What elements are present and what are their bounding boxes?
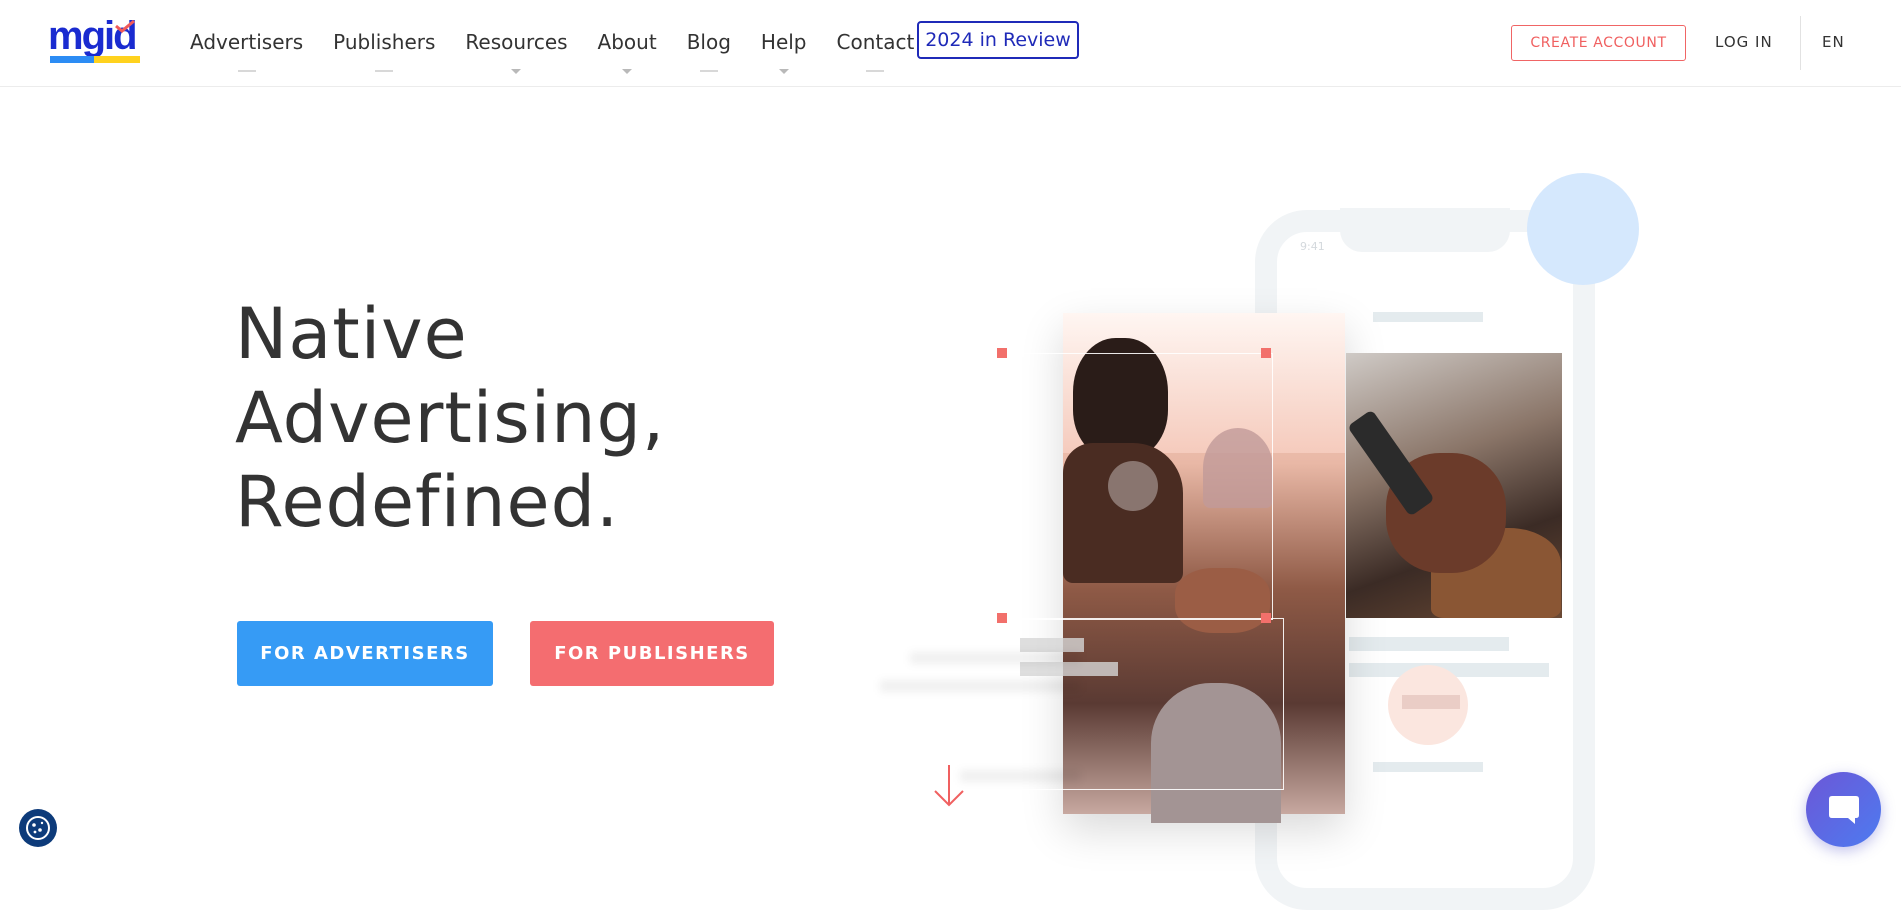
nav-label: Advertisers: [190, 30, 304, 54]
phone-content-bar: [1349, 637, 1509, 651]
hero-illustration: 9:41: [860, 160, 1660, 910]
phone-content-bar: [1373, 312, 1483, 322]
nav-advertisers[interactable]: Advertisers: [190, 30, 304, 72]
nav-underline: [866, 70, 885, 72]
selection-handle: [1261, 348, 1271, 358]
hero-title-line: Native: [235, 293, 468, 375]
chat-icon: [1828, 795, 1859, 824]
decor-bar: [1020, 638, 1084, 652]
header-divider: [1800, 16, 1801, 70]
ad-photo-phone-hands: [1346, 353, 1562, 618]
mgid-logo[interactable]: mgid: [48, 14, 144, 64]
phone-content-bar: [1402, 695, 1460, 709]
logo-check-icon: [115, 20, 135, 33]
nav-label: Resources: [465, 30, 568, 54]
nav-label: Contact: [836, 30, 915, 54]
nav-underline: [699, 70, 718, 72]
nav-label: Publishers: [333, 30, 436, 54]
hero-title-line: Advertising,: [235, 377, 666, 459]
review-2024-button[interactable]: 2024 in Review: [917, 21, 1079, 59]
logo-bar-yellow: [94, 56, 140, 63]
for-advertisers-button[interactable]: FOR ADVERTISERS: [237, 621, 493, 686]
nav-blog[interactable]: Blog: [686, 30, 731, 72]
decor-shadow: [880, 680, 1080, 692]
hero-title: Native Advertising, Redefined.: [235, 292, 755, 544]
chevron-down-icon: [511, 69, 522, 74]
nav-publishers[interactable]: Publishers: [333, 30, 436, 72]
nav-help[interactable]: Help: [760, 30, 807, 74]
nav-contact[interactable]: Contact: [836, 30, 915, 72]
decor-shadow: [960, 770, 1080, 782]
login-link[interactable]: LOG IN: [1715, 33, 1773, 51]
phone-content-bar: [1373, 762, 1483, 772]
logo-bar-blue: [50, 56, 94, 63]
create-account-button[interactable]: CREATE ACCOUNT: [1511, 25, 1686, 61]
decor-blue-circle: [1527, 173, 1639, 285]
nav-label: Help: [760, 30, 807, 54]
phone-time: 9:41: [1300, 240, 1325, 253]
decor-bar: [1020, 662, 1118, 676]
selection-handle: [997, 348, 1007, 358]
main-nav: Advertisers Publishers Resources About B…: [190, 0, 944, 86]
cookie-icon: [26, 816, 50, 840]
decor-shadow: [910, 652, 1080, 664]
for-publishers-button[interactable]: FOR PUBLISHERS: [530, 621, 774, 686]
cookie-settings-button[interactable]: [19, 809, 57, 847]
selection-frame: [1001, 353, 1273, 620]
site-header: mgid Advertisers Publishers Resources Ab…: [0, 0, 1901, 87]
nav-underline: [375, 70, 394, 72]
hero-title-line: Redefined.: [235, 461, 620, 543]
chevron-down-icon: [622, 69, 633, 74]
language-selector[interactable]: EN: [1822, 33, 1845, 51]
selection-handle: [997, 613, 1007, 623]
arrow-down-icon[interactable]: [932, 763, 966, 809]
nav-about[interactable]: About: [597, 30, 657, 74]
nav-label: About: [597, 30, 657, 54]
chat-button[interactable]: [1806, 772, 1881, 847]
nav-label: Blog: [686, 30, 731, 54]
nav-resources[interactable]: Resources: [465, 30, 568, 74]
selection-handle: [1261, 613, 1271, 623]
nav-underline: [237, 70, 256, 72]
chevron-down-icon: [778, 69, 789, 74]
phone-notch: [1340, 208, 1510, 252]
